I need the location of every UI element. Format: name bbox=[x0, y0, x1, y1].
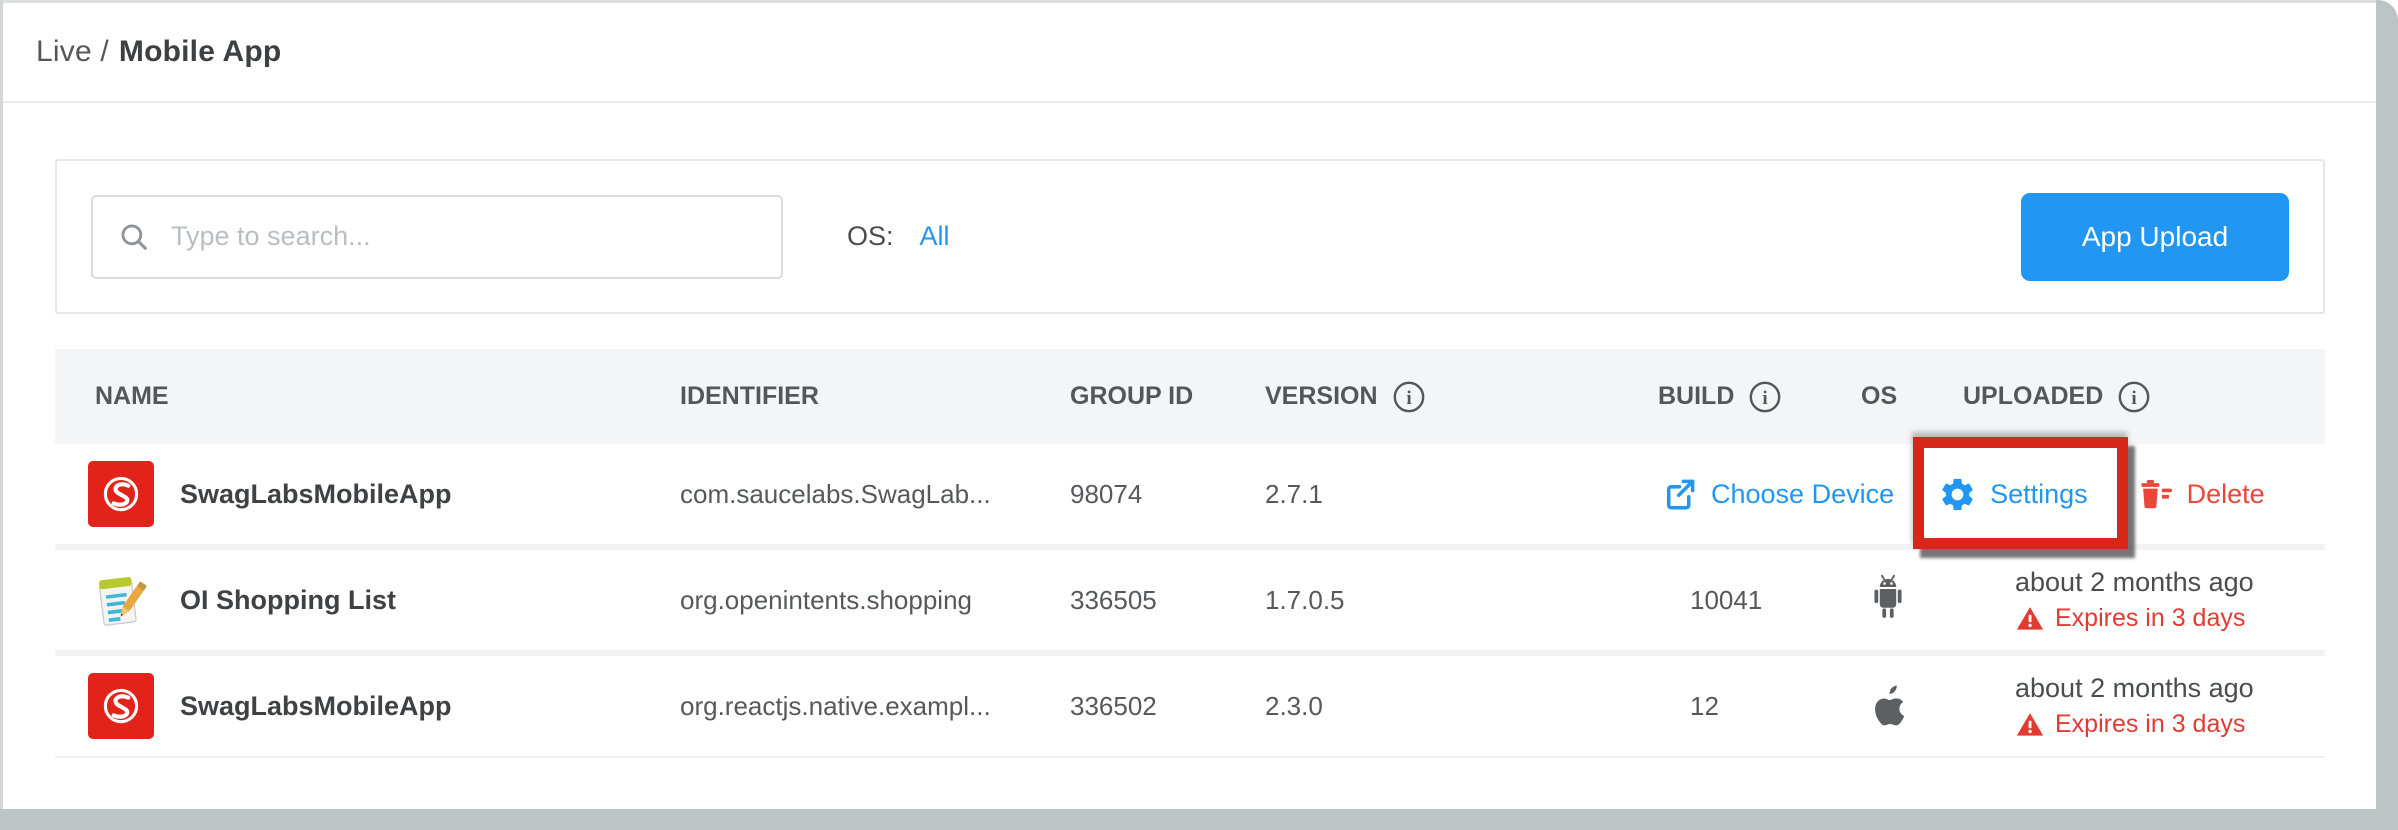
info-icon[interactable]: i bbox=[1392, 380, 1426, 414]
identifier-cell: org.reactjs.native.exampl... bbox=[680, 691, 1070, 722]
group-id-cell: 336505 bbox=[1070, 585, 1265, 616]
trash-icon bbox=[2134, 476, 2174, 512]
delete-button[interactable]: Delete bbox=[2134, 476, 2265, 512]
column-header-group-id: GROUP ID bbox=[1070, 382, 1265, 411]
breadcrumb-section[interactable]: Live / bbox=[36, 35, 109, 69]
app-upload-button[interactable]: App Upload bbox=[2021, 193, 2289, 281]
column-header-uploaded: UPLOADED i bbox=[1963, 380, 2325, 414]
saucelabs-app-icon bbox=[88, 461, 154, 527]
app-name-cell: SwagLabsMobileApp bbox=[55, 461, 680, 527]
apps-table: NAME IDENTIFIER GROUP ID VERSION i BUILD… bbox=[55, 349, 2325, 758]
expires-warning-text: Expires in 3 days bbox=[2055, 603, 2245, 634]
group-id-cell: 336502 bbox=[1070, 691, 1265, 722]
uploaded-cell: about 2 months ago Expires in 3 days bbox=[1963, 672, 2325, 741]
svg-text:i: i bbox=[1406, 388, 1412, 409]
settings-highlight-annotation bbox=[1913, 437, 2128, 549]
os-filter-value[interactable]: All bbox=[920, 221, 950, 252]
info-icon[interactable]: i bbox=[2117, 380, 2151, 414]
warning-icon bbox=[2015, 710, 2045, 740]
group-id-cell: 98074 bbox=[1070, 479, 1265, 510]
search-box[interactable] bbox=[91, 195, 783, 279]
os-cell bbox=[1859, 680, 1963, 733]
version-cell: 2.3.0 bbox=[1265, 691, 1658, 722]
table-row[interactable]: SwagLabsMobileApp org.reactjs.native.exa… bbox=[55, 656, 2325, 756]
identifier-cell: org.openintents.shopping bbox=[680, 585, 1070, 616]
column-header-uploaded-label: UPLOADED bbox=[1963, 382, 2103, 411]
svg-text:i: i bbox=[2132, 388, 2138, 409]
column-header-name: NAME bbox=[55, 382, 680, 411]
toolbar: OS: All App Upload bbox=[55, 159, 2325, 314]
uploaded-cell: about 2 months ago Expires in 3 days bbox=[1963, 566, 2325, 635]
column-header-identifier: IDENTIFIER bbox=[680, 382, 1070, 411]
app-name: SwagLabsMobileApp bbox=[180, 691, 452, 722]
column-header-build: BUILD i bbox=[1658, 380, 1859, 414]
uploaded-time: about 2 months ago bbox=[2015, 672, 2325, 706]
window-frame-right bbox=[2376, 0, 2398, 830]
os-cell bbox=[1859, 573, 1963, 628]
expires-warning: Expires in 3 days bbox=[2015, 709, 2325, 740]
column-header-os: OS bbox=[1859, 382, 1963, 411]
search-icon bbox=[117, 220, 151, 254]
expires-warning: Expires in 3 days bbox=[2015, 603, 2325, 634]
window-frame-top bbox=[0, 0, 2398, 3]
version-cell: 1.7.0.5 bbox=[1265, 585, 1658, 616]
choose-device-label: Choose Device bbox=[1711, 479, 1894, 510]
app-name-cell: SwagLabsMobileApp bbox=[55, 673, 680, 739]
identifier-cell: com.saucelabs.SwagLab... bbox=[680, 479, 1070, 510]
shopping-list-app-icon bbox=[88, 567, 154, 633]
column-header-build-label: BUILD bbox=[1658, 382, 1734, 411]
page-header: Live / Mobile App bbox=[3, 3, 2376, 103]
info-icon[interactable]: i bbox=[1748, 380, 1782, 414]
app-window: Live / Mobile App OS: All App Upload NAM… bbox=[0, 0, 2398, 830]
uploaded-time: about 2 months ago bbox=[2015, 566, 2325, 600]
apple-icon bbox=[1867, 680, 1909, 726]
app-name: OI Shopping List bbox=[180, 585, 396, 616]
svg-text:i: i bbox=[1763, 388, 1769, 409]
table-header-row: NAME IDENTIFIER GROUP ID VERSION i BUILD… bbox=[55, 349, 2325, 444]
window-frame-left bbox=[0, 0, 3, 830]
warning-icon bbox=[2015, 604, 2045, 634]
saucelabs-app-icon bbox=[88, 673, 154, 739]
search-input[interactable] bbox=[171, 221, 757, 252]
delete-label: Delete bbox=[2187, 479, 2265, 510]
breadcrumb: Live / Mobile App bbox=[36, 35, 281, 69]
build-cell: 10041 bbox=[1658, 585, 1859, 616]
window-frame-bottom bbox=[0, 809, 2398, 830]
expires-warning-text: Expires in 3 days bbox=[2055, 709, 2245, 740]
build-cell: 12 bbox=[1658, 691, 1859, 722]
android-icon bbox=[1867, 573, 1909, 621]
external-link-icon bbox=[1661, 476, 1698, 513]
app-name-cell: OI Shopping List bbox=[55, 567, 680, 633]
version-cell: 2.7.1 bbox=[1265, 479, 1658, 510]
os-filter-label: OS: bbox=[847, 221, 894, 252]
table-bottom-border bbox=[55, 756, 2325, 758]
breadcrumb-current: Mobile App bbox=[119, 35, 282, 69]
column-header-version: VERSION i bbox=[1265, 380, 1658, 414]
column-header-version-label: VERSION bbox=[1265, 382, 1378, 411]
choose-device-button[interactable]: Choose Device bbox=[1661, 476, 1894, 513]
app-name: SwagLabsMobileApp bbox=[180, 479, 452, 510]
table-row[interactable]: OI Shopping List org.openintents.shoppin… bbox=[55, 550, 2325, 650]
